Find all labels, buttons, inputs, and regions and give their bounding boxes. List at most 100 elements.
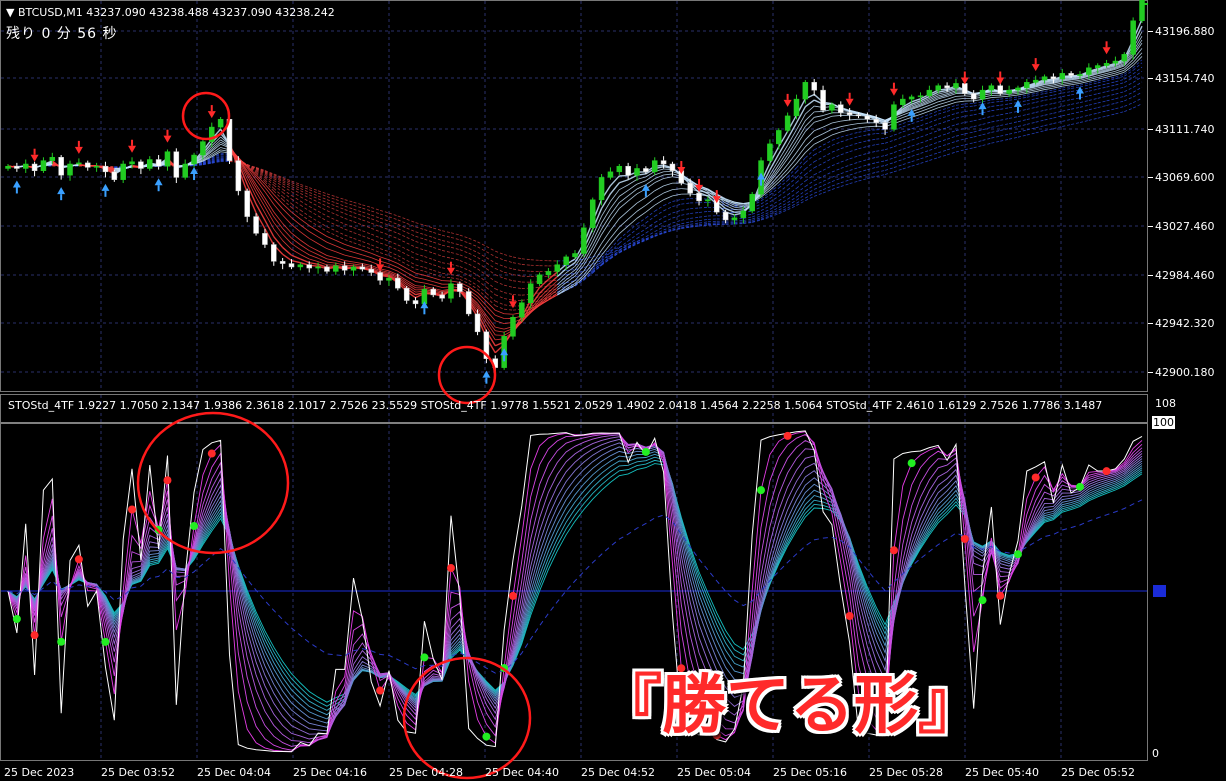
- ma-ribbon-segment: [1115, 111, 1125, 115]
- ma-ribbon-segment: [920, 117, 930, 122]
- ma-ribbon-segment: [707, 222, 717, 224]
- ma-ribbon-segment: [406, 248, 416, 255]
- ma-ribbon-segment: [406, 263, 416, 270]
- ma-ribbon-segment: [415, 281, 425, 284]
- candle-body: [1086, 67, 1092, 75]
- ma-ribbon-segment: [1106, 78, 1116, 82]
- ma-ribbon-segment: [636, 217, 647, 225]
- ma-ribbon-segment: [902, 120, 912, 124]
- ma-ribbon-segment: [406, 268, 416, 274]
- ma-ribbon-segment: [459, 244, 469, 249]
- highlight-circle: [402, 656, 532, 780]
- ma-ribbon-segment: [406, 218, 416, 223]
- candle-body: [616, 165, 623, 173]
- ma-ribbon-segment: [1097, 95, 1107, 99]
- candle-body: [368, 268, 374, 273]
- ma-ribbon-segment: [335, 235, 345, 240]
- candle-body: [457, 283, 463, 292]
- ma-ribbon-segment: [814, 139, 824, 145]
- ma-ribbon-segment: [504, 308, 514, 311]
- symbol-header: ▼ BTCUSD,M1 43237.090 43238.488 43237.09…: [6, 6, 335, 19]
- ma-ribbon-segment: [698, 218, 708, 222]
- ma-ribbon-segment: [1000, 138, 1010, 142]
- candle-body: [58, 157, 64, 176]
- ma-ribbon-segment: [486, 297, 496, 306]
- ma-ribbon-segment: [911, 125, 921, 130]
- ma-ribbon-segment: [521, 258, 531, 261]
- ma-ribbon-segment: [654, 205, 664, 212]
- ma-ribbon-segment: [1009, 126, 1019, 129]
- ma-ribbon-segment: [654, 210, 664, 217]
- ma-ribbon-segment: [831, 136, 841, 141]
- ma-ribbon-segment: [991, 135, 1001, 139]
- price-tick: 43111.740: [1155, 123, 1215, 136]
- candle-body: [297, 264, 304, 268]
- ma-ribbon-segment: [805, 161, 815, 170]
- ma-ribbon-segment: [397, 215, 407, 220]
- ma-ribbon-segment: [450, 246, 460, 251]
- ma-ribbon-segment: [415, 235, 425, 240]
- ma-ribbon-segment: [388, 220, 398, 225]
- candle-body: [412, 300, 419, 305]
- ma-ribbon-segment: [929, 136, 939, 141]
- ma-ribbon-segment: [1026, 95, 1036, 98]
- ma-ribbon-segment: [442, 262, 452, 265]
- ma-ribbon-segment: [1035, 114, 1045, 118]
- ma-ribbon-segment: [619, 179, 629, 184]
- ma-ribbon-segment: [362, 204, 372, 208]
- ma-ribbon-segment: [344, 239, 354, 244]
- ma-ribbon-segment: [840, 179, 850, 184]
- ma-ribbon-segment: [663, 201, 673, 207]
- ma-ribbon-segment: [822, 189, 833, 194]
- ma-ribbon-segment: [300, 196, 310, 203]
- ma-ribbon-segment: [858, 140, 868, 144]
- ma-ribbon-segment: [902, 133, 912, 138]
- ma-ribbon-segment: [938, 104, 948, 109]
- candle-body: [749, 193, 755, 212]
- candle-body: [1059, 73, 1066, 80]
- ma-ribbon-segment: [512, 280, 522, 283]
- ma-ribbon-segment: [690, 207, 700, 210]
- candle-body: [1015, 87, 1021, 91]
- ma-ribbon-segment: [326, 241, 336, 247]
- buy-arrow-icon: [12, 180, 21, 188]
- candle-body: [448, 283, 454, 299]
- ma-ribbon-segment: [450, 242, 460, 246]
- dropdown-triangle-icon[interactable]: ▼: [6, 6, 14, 19]
- ma-ribbon-segment: [884, 162, 895, 166]
- ma-ribbon-segment: [486, 315, 496, 328]
- candle-body: [687, 182, 693, 194]
- ma-ribbon-segment: [636, 180, 647, 185]
- ma-ribbon-segment: [814, 189, 824, 194]
- ma-ribbon-segment: [442, 276, 452, 279]
- ma-ribbon-segment: [379, 256, 390, 261]
- ma-ribbon-segment: [1035, 125, 1045, 129]
- ma-ribbon-segment: [397, 255, 407, 261]
- ma-ribbon-segment: [1062, 91, 1072, 94]
- ma-ribbon-segment: [1017, 134, 1027, 138]
- ma-ribbon-segment: [1115, 106, 1125, 110]
- ma-ribbon-segment: [504, 259, 514, 264]
- ma-ribbon-segment: [379, 213, 390, 218]
- ma-ribbon-segment: [459, 254, 469, 259]
- ma-ribbon-segment: [610, 208, 620, 221]
- ma-ribbon-segment: [911, 153, 921, 157]
- ma-ribbon-segment: [1079, 84, 1089, 88]
- ma-ribbon-segment: [1106, 113, 1116, 117]
- ma-ribbon-segment: [831, 141, 841, 146]
- ma-ribbon-segment: [858, 164, 868, 168]
- ma-ribbon-segment: [1009, 96, 1019, 99]
- ma-ribbon-segment: [1035, 93, 1045, 96]
- ma-ribbon-segment: [424, 274, 434, 279]
- ma-ribbon-segment: [690, 222, 700, 225]
- candle-body: [147, 159, 153, 169]
- candle-body: [1077, 74, 1083, 76]
- ma-ribbon-segment: [362, 219, 372, 224]
- ma-ribbon-segment: [822, 128, 833, 135]
- ma-ribbon-segment: [371, 244, 381, 249]
- ma-ribbon-segment: [388, 251, 398, 256]
- ma-ribbon-segment: [592, 243, 602, 259]
- ma-ribbon-segment: [406, 236, 416, 242]
- candle-body: [776, 130, 782, 145]
- level-50-marker: [1153, 585, 1166, 597]
